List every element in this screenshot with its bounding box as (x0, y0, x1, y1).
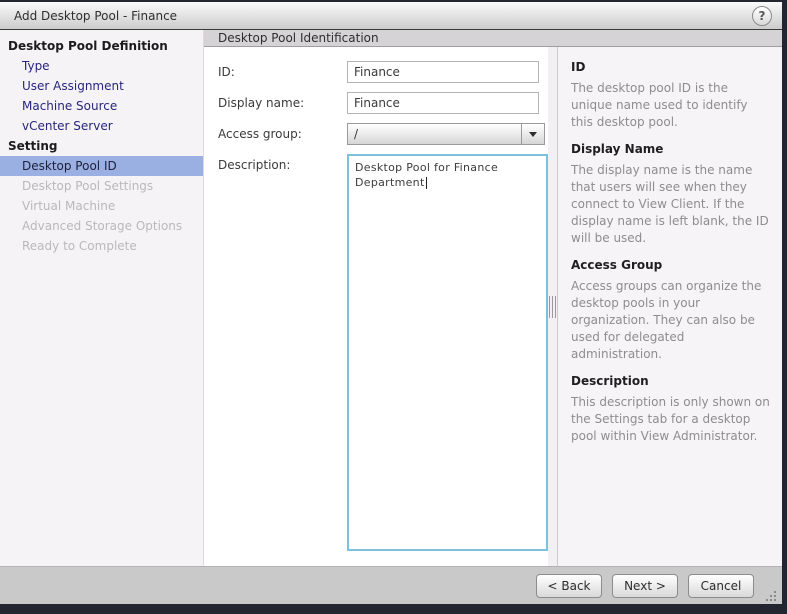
description-textarea[interactable]: Desktop Pool for Finance Department (347, 154, 548, 551)
sidebar-item-ready-to-complete: Ready to Complete (0, 236, 203, 256)
dialog-content: Desktop Pool Definition Type User Assign… (0, 30, 782, 566)
sidebar-item-machine-source[interactable]: Machine Source (0, 96, 203, 116)
text-caret (426, 177, 427, 189)
contextual-help-panel: ID The desktop pool ID is the unique nam… (557, 47, 782, 566)
display-name-input[interactable] (347, 92, 539, 114)
sidebar-item-type[interactable]: Type (0, 56, 203, 76)
access-group-value: / (348, 124, 521, 144)
splitter-grip-icon (549, 296, 556, 318)
sidebar-item-desktop-pool-id[interactable]: Desktop Pool ID (0, 156, 203, 176)
access-group-dropdown[interactable]: / (347, 123, 545, 145)
sidebar-item-vcenter-server[interactable]: vCenter Server (0, 116, 203, 136)
sidebar-section-setting: Setting (0, 136, 203, 156)
next-button[interactable]: Next > (612, 574, 678, 598)
back-button[interactable]: < Back (536, 574, 602, 598)
sidebar-item-desktop-pool-settings: Desktop Pool Settings (0, 176, 203, 196)
wizard-steps-sidebar: Desktop Pool Definition Type User Assign… (0, 30, 204, 566)
display-name-row: Display name: (218, 92, 548, 114)
help-heading-id: ID (571, 60, 770, 74)
sidebar-section-desktop-pool-definition: Desktop Pool Definition (0, 36, 203, 56)
id-label: ID: (218, 61, 347, 83)
help-body-id: The desktop pool ID is the unique name u… (571, 80, 770, 131)
chevron-down-icon (529, 132, 537, 137)
help-icon[interactable]: ? (752, 6, 772, 26)
window-frame: Add Desktop Pool - Finance ? Desktop Poo… (0, 0, 787, 614)
help-heading-description: Description (571, 374, 770, 388)
help-heading-display-name: Display Name (571, 142, 770, 156)
sidebar-item-advanced-storage-options: Advanced Storage Options (0, 216, 203, 236)
add-desktop-pool-dialog: Add Desktop Pool - Finance ? Desktop Poo… (0, 2, 782, 604)
dialog-footer: < Back Next > Cancel (0, 566, 782, 604)
step-panel-header: Desktop Pool Identification (204, 30, 782, 47)
sidebar-item-virtual-machine: Virtual Machine (0, 196, 203, 216)
display-name-label: Display name: (218, 92, 347, 114)
access-group-label: Access group: (218, 123, 347, 145)
cancel-button[interactable]: Cancel (688, 574, 754, 598)
help-body-access-group: Access groups can organize the desktop p… (571, 278, 770, 363)
dialog-title: Add Desktop Pool - Finance (14, 9, 752, 23)
help-heading-access-group: Access Group (571, 258, 770, 272)
description-row: Description: Desktop Pool for Finance De… (218, 154, 548, 551)
right-region: Desktop Pool Identification ID: Display … (204, 30, 782, 566)
resize-grip-icon[interactable] (766, 589, 778, 601)
help-body-description: This description is only shown on the Se… (571, 394, 770, 445)
description-label: Description: (218, 154, 347, 551)
sidebar-item-user-assignment[interactable]: User Assignment (0, 76, 203, 96)
help-body-display-name: The display name is the name that users … (571, 162, 770, 247)
panel-body: ID: Display name: Access group: / (204, 47, 782, 566)
dropdown-arrow-button[interactable] (521, 124, 544, 144)
identification-form: ID: Display name: Access group: / (204, 47, 548, 566)
access-group-row: Access group: / (218, 123, 548, 145)
panel-splitter[interactable] (548, 47, 557, 566)
id-input[interactable] (347, 61, 539, 83)
id-row: ID: (218, 61, 548, 83)
dialog-titlebar: Add Desktop Pool - Finance ? (0, 2, 782, 30)
